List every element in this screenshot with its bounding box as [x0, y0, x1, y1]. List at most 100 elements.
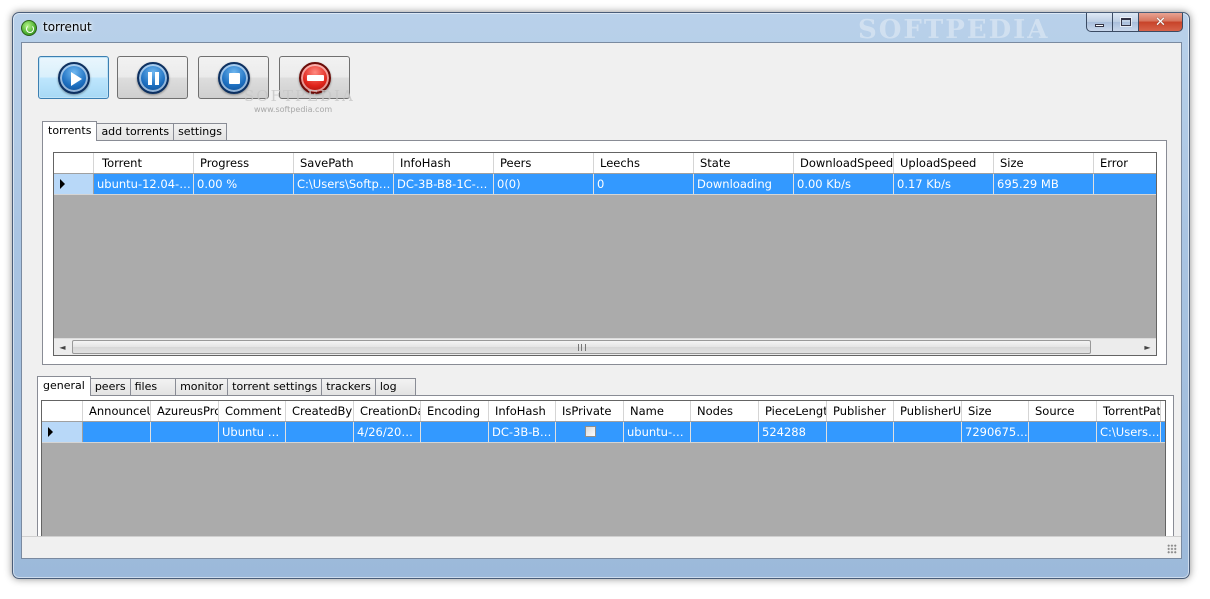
column-header-azureus-prop[interactable]: AzureusProp — [151, 401, 219, 421]
cell-torrent-path[interactable]: C:\Users\… — [1097, 422, 1161, 442]
column-header-error[interactable]: Error — [1094, 153, 1156, 173]
cell-upload-speed[interactable]: 0.17 Kb/s — [894, 174, 994, 194]
cell-torrent[interactable]: ubuntu-12.04-alte… — [94, 174, 194, 194]
cell-state[interactable]: Downloading — [694, 174, 794, 194]
tab-settings[interactable]: settings — [173, 123, 227, 140]
general-tabpanel: AnnounceUrl AzureusProp Comment CreatedB… — [37, 395, 1174, 557]
column-header-announce-url[interactable]: AnnounceUrl — [83, 401, 151, 421]
thumb-grip-icon — [577, 344, 586, 351]
main-tabstrip: torrents add torrents settings — [42, 121, 227, 141]
column-header-infohash[interactable]: InfoHash — [394, 153, 494, 173]
column-header-leechs[interactable]: Leechs — [594, 153, 694, 173]
cell-announce-url[interactable] — [83, 422, 151, 442]
cell-encoding[interactable] — [421, 422, 489, 442]
play-icon — [57, 61, 90, 94]
cell-progress[interactable]: 0.00 % — [194, 174, 294, 194]
row-selector[interactable] — [54, 174, 94, 194]
cell-is-private[interactable] — [556, 422, 624, 442]
column-header-peers[interactable]: Peers — [494, 153, 594, 173]
column-header-infohash[interactable]: InfoHash — [489, 401, 556, 421]
column-header-comment[interactable]: Comment — [219, 401, 286, 421]
cell-creation-date[interactable]: 4/26/201… — [354, 422, 421, 442]
tab-files[interactable]: files — [129, 378, 177, 395]
cell-comment[interactable]: Ubuntu C… — [219, 422, 286, 442]
details-tabstrip: general peers files monitor torrent sett… — [37, 376, 416, 396]
torrents-tabpanel: Torrent Progress SavePath InfoHash Peers… — [42, 140, 1167, 365]
cell-download-speed[interactable]: 0.00 Kb/s — [794, 174, 894, 194]
cell-publisher-url[interactable] — [894, 422, 962, 442]
status-bar — [22, 536, 1181, 558]
torrents-grid-header: Torrent Progress SavePath InfoHash Peers… — [54, 153, 1156, 174]
cell-peers[interactable]: 0(0) — [494, 174, 594, 194]
cell-infohash[interactable]: DC-3B-B8-1C-1C-… — [394, 174, 494, 194]
cell-size[interactable]: 695.29 MB — [994, 174, 1094, 194]
column-header-publisher[interactable]: Publisher — [827, 401, 894, 421]
tab-general[interactable]: general — [37, 376, 91, 396]
column-header-nodes[interactable]: Nodes — [691, 401, 759, 421]
tab-peers[interactable]: peers — [89, 378, 131, 395]
app-window: torrenut SOFTPEDIA ✕ SOFTPEDIA www.softp… — [12, 12, 1190, 579]
table-row[interactable]: Ubuntu C… 4/26/201… DC-3B-B8-… ubuntu-12… — [42, 422, 1165, 443]
torrents-grid[interactable]: Torrent Progress SavePath InfoHash Peers… — [53, 152, 1157, 356]
cell-publisher[interactable] — [827, 422, 894, 442]
column-header-progress[interactable]: Progress — [194, 153, 294, 173]
tab-trackers[interactable]: trackers — [321, 378, 376, 395]
tab-log[interactable]: log — [374, 378, 416, 395]
caption-buttons: ✕ — [1086, 13, 1183, 33]
column-header-torrent-path[interactable]: TorrentPath — [1097, 401, 1161, 421]
column-header-piece-length[interactable]: PieceLength — [759, 401, 827, 421]
cell-nodes[interactable] — [691, 422, 759, 442]
close-button[interactable]: ✕ — [1139, 13, 1183, 32]
pause-button[interactable] — [117, 56, 188, 99]
cell-size[interactable]: 729067520 — [962, 422, 1029, 442]
column-header-created-by[interactable]: CreatedBy — [286, 401, 354, 421]
title-bar[interactable]: torrenut SOFTPEDIA ✕ — [13, 13, 1189, 45]
softpedia-url-watermark: www.softpedia.com — [254, 105, 333, 114]
row-selector[interactable] — [42, 422, 83, 442]
column-header-encoding[interactable]: Encoding — [421, 401, 489, 421]
column-header-creation-date[interactable]: CreationDate — [354, 401, 421, 421]
tab-torrent-settings[interactable]: torrent settings — [227, 378, 323, 395]
tab-torrents[interactable]: torrents — [42, 121, 98, 141]
column-header-savepath[interactable]: SavePath — [294, 153, 394, 173]
row-header-corner — [54, 153, 94, 173]
cell-error[interactable] — [1094, 174, 1156, 194]
cell-name[interactable]: ubuntu-12.… — [624, 422, 691, 442]
scroll-left-icon[interactable]: ◄ — [54, 339, 71, 355]
row-header-corner — [42, 401, 83, 421]
cell-piece-length[interactable]: 524288 — [759, 422, 827, 442]
cell-infohash[interactable]: DC-3B-B8-… — [489, 422, 556, 442]
column-header-torrent[interactable]: Torrent — [94, 153, 194, 173]
table-row[interactable]: ubuntu-12.04-alte… 0.00 % C:\Users\Softp… — [54, 174, 1156, 195]
column-header-source[interactable]: Source — [1029, 401, 1097, 421]
scrollbar-thumb[interactable] — [72, 340, 1091, 354]
is-private-checkbox[interactable] — [585, 426, 596, 437]
column-header-size[interactable]: Size — [962, 401, 1029, 421]
scroll-right-icon[interactable]: ► — [1139, 339, 1156, 355]
cell-savepath[interactable]: C:\Users\Softpe… — [294, 174, 394, 194]
horizontal-scrollbar[interactable]: ◄ ► — [54, 338, 1156, 355]
maximize-button[interactable] — [1113, 13, 1139, 32]
cell-source[interactable] — [1029, 422, 1097, 442]
column-header-is-private[interactable]: IsPrivate — [556, 401, 624, 421]
tab-add-torrents[interactable]: add torrents — [96, 123, 175, 140]
cell-created-by[interactable] — [286, 422, 354, 442]
general-grid[interactable]: AnnounceUrl AzureusProp Comment CreatedB… — [41, 400, 1166, 554]
minimize-button[interactable] — [1086, 13, 1113, 32]
cell-leechs[interactable]: 0 — [594, 174, 694, 194]
column-header-download-speed[interactable]: DownloadSpeed — [794, 153, 894, 173]
softpedia-watermark: SOFTPEDIA — [244, 87, 355, 105]
column-header-publisher-url[interactable]: PublisherUrl — [894, 401, 962, 421]
column-header-upload-speed[interactable]: UploadSpeed — [894, 153, 994, 173]
start-button[interactable] — [38, 56, 109, 99]
client-area: SOFTPEDIA www.softpedia.com torrents add… — [21, 42, 1182, 559]
window-title: torrenut — [43, 20, 92, 34]
resize-grip-icon[interactable] — [1167, 544, 1177, 554]
current-row-arrow-icon — [60, 179, 65, 189]
close-icon: ✕ — [1155, 14, 1166, 30]
column-header-name[interactable]: Name — [624, 401, 691, 421]
column-header-size[interactable]: Size — [994, 153, 1094, 173]
column-header-state[interactable]: State — [694, 153, 794, 173]
cell-azureus-prop[interactable] — [151, 422, 219, 442]
tab-monitor[interactable]: monitor — [175, 378, 229, 395]
